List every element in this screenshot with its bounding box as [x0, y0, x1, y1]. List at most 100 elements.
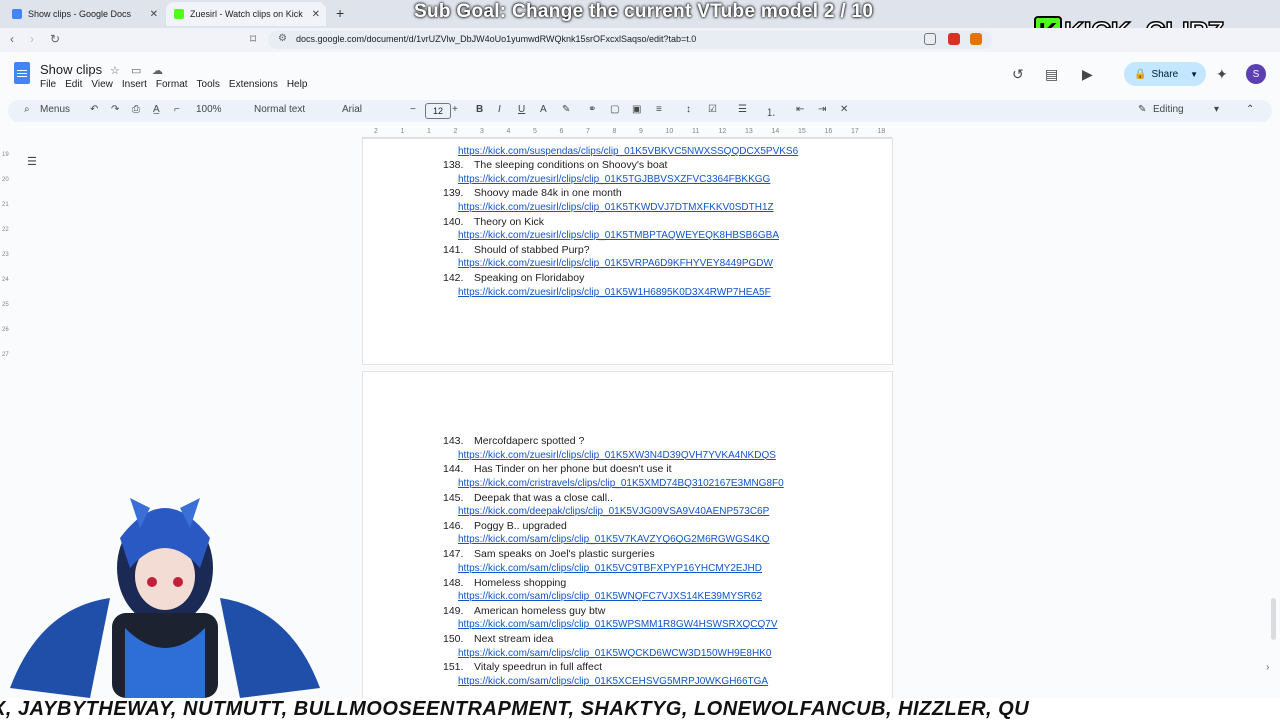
line-spacing-icon[interactable]: ↕ — [686, 104, 691, 115]
menu-insert[interactable]: Insert — [122, 79, 147, 90]
share-button[interactable]: 🔒 Share ▼ — [1124, 62, 1206, 86]
clip-link[interactable]: https://kick.com/zuesirl/clips/clip_01K5… — [458, 202, 774, 213]
ruler-tick-label: 24 — [2, 277, 9, 283]
font-select[interactable]: Arial — [342, 104, 362, 115]
forward-icon[interactable]: › — [30, 32, 34, 46]
chevron-down-icon[interactable]: ▼ — [1190, 70, 1198, 79]
list-number: 141. — [443, 243, 464, 256]
list-number: 147. — [443, 548, 464, 561]
clear-formatting-icon[interactable]: ✕ — [840, 104, 848, 115]
gemini-icon[interactable]: ✦ — [1216, 66, 1228, 83]
clip-link[interactable]: https://kick.com/zuesirl/clips/clip_01K5… — [458, 174, 770, 185]
undo-icon[interactable]: ↶ — [90, 104, 98, 115]
clip-title: Vitaly speedrun in full affect — [474, 661, 603, 674]
new-tab-icon[interactable]: + — [336, 5, 344, 21]
menu-extensions[interactable]: Extensions — [229, 79, 278, 90]
zoom-select[interactable]: 100% — [196, 104, 222, 115]
clip-link[interactable]: https://kick.com/cristravels/clips/clip_… — [458, 478, 784, 489]
ruler-tick-label: 1 — [427, 128, 431, 135]
close-tab-icon[interactable]: ✕ — [312, 9, 320, 20]
underline-icon[interactable]: U — [518, 104, 525, 115]
clip-title: Next stream idea — [474, 633, 554, 646]
spellcheck-icon[interactable]: A̲ — [153, 104, 160, 115]
clip-link[interactable]: https://kick.com/sam/clips/clip_01K5VC9T… — [458, 563, 762, 574]
horizontal-ruler[interactable]: 2 1 1 2 3 4 5 6 7 8 9 10 11 12 13 14 15 16 17 18 — [362, 128, 892, 138]
account-avatar[interactable]: S — [1246, 64, 1266, 84]
menu-edit[interactable]: Edit — [65, 79, 82, 90]
star-icon[interactable]: ☆ — [110, 64, 120, 77]
ruler-tick-label: 16 — [824, 128, 833, 135]
chevron-up-icon[interactable]: ⌃ — [1246, 104, 1254, 115]
clip-link[interactable]: https://kick.com/sam/clips/clip_01K5V7KA… — [458, 534, 770, 545]
clip-title: Theory on Kick — [474, 215, 545, 228]
list-number: 144. — [443, 463, 464, 476]
chevron-down-icon[interactable]: ▾ — [1214, 104, 1219, 115]
clip-link[interactable]: https://kick.com/sam/clips/clip_01K5XCEH… — [458, 676, 768, 687]
image-icon[interactable]: ▣ — [632, 104, 641, 115]
menu-tools[interactable]: Tools — [197, 79, 220, 90]
clip-link[interactable]: https://kick.com/zuesirl/clips/clip_01K5… — [458, 258, 773, 269]
clip-link[interactable]: https://kick.com/sam/clips/clip_01K5WNQF… — [458, 591, 762, 602]
menu-format[interactable]: Format — [156, 79, 188, 90]
clip-link[interactable]: https://kick.com/zuesirl/clips/clip_01K5… — [458, 230, 779, 241]
share-page-icon[interactable] — [924, 33, 936, 45]
redo-icon[interactable]: ↷ — [111, 104, 119, 115]
vtuber-avatar — [10, 498, 320, 698]
lock-icon: 🔒 — [1134, 68, 1147, 80]
menu-file[interactable]: File — [40, 79, 56, 90]
ruler-tick-label: 2 — [374, 128, 378, 135]
link-icon[interactable]: ⚭ — [588, 104, 596, 115]
editing-mode-select[interactable]: Editing — [1153, 104, 1184, 115]
menu-view[interactable]: View — [91, 79, 113, 90]
clip-link[interactable]: https://kick.com/suspendas/clips/clip_01… — [458, 146, 798, 157]
bookmark-icon[interactable]: ⌑ — [250, 32, 256, 46]
menus-search[interactable]: Menus — [40, 104, 70, 115]
close-tab-icon[interactable]: ✕ — [150, 9, 158, 20]
clip-link[interactable]: https://kick.com/sam/clips/clip_01K5WQCK… — [458, 648, 771, 659]
sub-goal-overlay: Sub Goal: Change the current VTube model… — [414, 1, 874, 22]
search-icon[interactable]: ⌕ — [24, 104, 30, 115]
document-page[interactable] — [362, 138, 893, 365]
extension-icon[interactable] — [970, 33, 982, 45]
clip-link[interactable]: https://kick.com/zuesirl/clips/clip_01K5… — [458, 450, 776, 461]
align-icon[interactable]: ≡ — [656, 104, 662, 115]
ruler-tick-label: 17 — [851, 128, 859, 135]
paint-format-icon[interactable]: ⌐ — [174, 104, 180, 115]
side-panel-icon[interactable]: › — [1266, 662, 1269, 673]
decrease-font-icon[interactable]: − — [410, 104, 416, 115]
move-folder-icon[interactable]: ▭ — [131, 64, 141, 77]
increase-font-icon[interactable]: + — [452, 104, 458, 115]
bulleted-list-icon[interactable]: ☰ — [738, 104, 747, 115]
history-icon[interactable]: ↺ — [1012, 66, 1024, 83]
document-title[interactable]: Show clips — [40, 62, 102, 77]
extension-icon[interactable] — [948, 33, 960, 45]
document-outline-icon[interactable]: ☰ — [27, 155, 43, 169]
italic-icon[interactable]: I — [498, 104, 501, 115]
comment-icon[interactable]: ▢ — [610, 104, 619, 115]
tab-show-clips[interactable]: Show clips - Google Docs ✕ — [4, 2, 164, 26]
address-bar[interactable]: ⚙ docs.google.com/document/d/1vrUZVlw_Db… — [268, 31, 992, 49]
bold-icon[interactable]: B — [476, 104, 483, 115]
site-info-icon[interactable]: ⚙ — [278, 33, 287, 44]
clip-link[interactable]: https://kick.com/sam/clips/clip_01K5WPSM… — [458, 619, 778, 630]
scrollbar[interactable] — [1271, 598, 1276, 640]
meet-icon[interactable]: ▶ — [1082, 66, 1093, 83]
clip-link[interactable]: https://kick.com/deepak/clips/clip_01K5V… — [458, 506, 769, 517]
vertical-ruler: 19 20 21 22 23 24 25 26 27 — [0, 140, 10, 370]
back-icon[interactable]: ‹ — [10, 32, 14, 46]
numbered-list-icon[interactable]: ⒈ — [766, 104, 776, 119]
decrease-indent-icon[interactable]: ⇤ — [796, 104, 804, 115]
text-color-icon[interactable]: A — [540, 104, 547, 115]
font-size-input[interactable]: 12 — [425, 103, 451, 119]
highlight-icon[interactable]: ✎ — [562, 104, 570, 115]
checklist-icon[interactable]: ☑ — [708, 104, 717, 115]
style-select[interactable]: Normal text — [254, 104, 305, 115]
menu-help[interactable]: Help — [287, 79, 308, 90]
clip-link[interactable]: https://kick.com/zuesirl/clips/clip_01K5… — [458, 287, 771, 298]
reload-icon[interactable]: ↻ — [50, 32, 60, 46]
google-docs-icon[interactable] — [14, 62, 30, 84]
tab-kick-clips[interactable]: Zuesirl - Watch clips on Kick ✕ — [166, 2, 326, 26]
increase-indent-icon[interactable]: ⇥ — [818, 104, 826, 115]
comments-icon[interactable]: ▤ — [1045, 66, 1058, 83]
print-icon[interactable]: ⎙ — [132, 104, 140, 115]
